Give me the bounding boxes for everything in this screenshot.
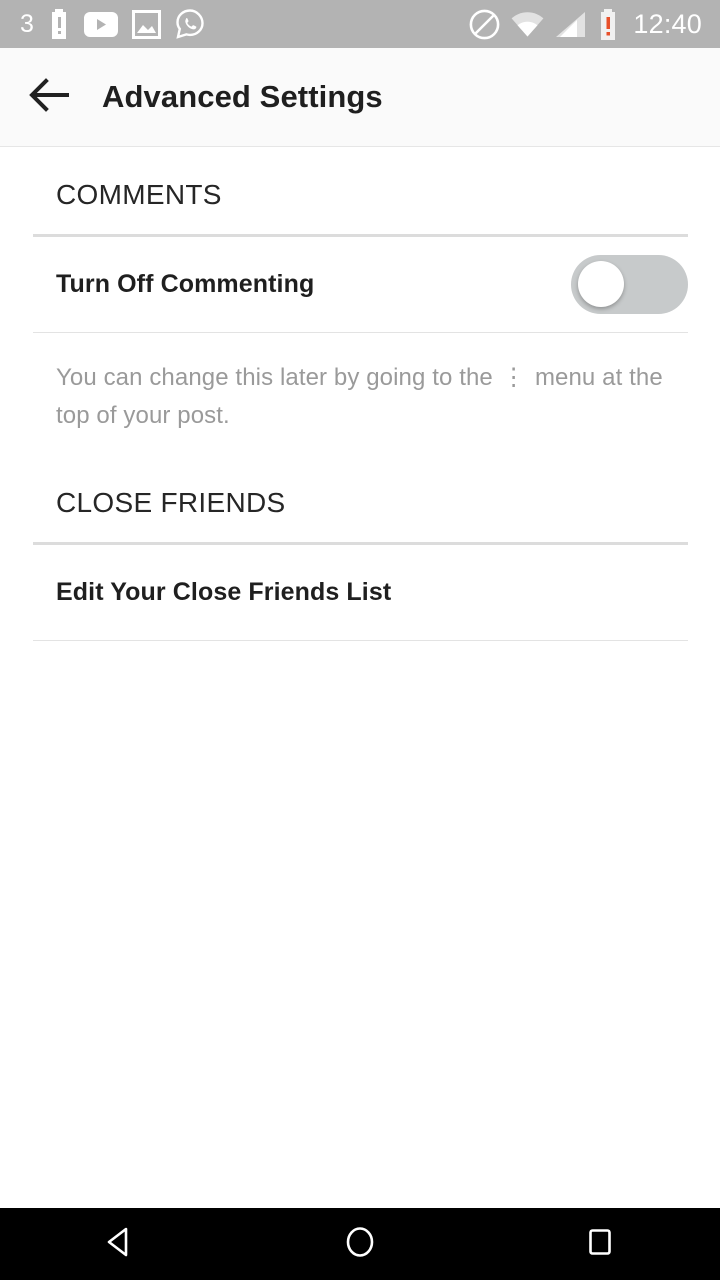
battery-alert-icon [597, 8, 619, 40]
status-bar: 3 12:40 [0, 0, 720, 48]
section-header-comments: COMMENTS [56, 179, 222, 210]
row-label-edit-close-friends-list: Edit Your Close Friends List [56, 578, 392, 606]
nav-recents-button[interactable] [540, 1208, 660, 1280]
whatsapp-icon [175, 8, 205, 40]
section-close-friends: CLOSE FRIENDS Edit Your Close Friends Li… [0, 489, 720, 641]
battery-alert-icon [48, 9, 70, 39]
notification-count-label: 3 [20, 9, 35, 38]
section-header-close-friends: CLOSE FRIENDS [56, 487, 286, 518]
back-button[interactable] [24, 71, 76, 123]
comments-helper-text: You can change this later by going to th… [0, 333, 706, 435]
settings-content: COMMENTS Turn Off Commenting You can cha… [0, 147, 720, 1208]
do-not-disturb-icon [469, 9, 500, 40]
row-turn-off-commenting[interactable]: Turn Off Commenting [0, 237, 720, 332]
row-label-turn-off-commenting: Turn Off Commenting [56, 270, 315, 298]
status-bar-clock: 12:40 [633, 8, 702, 39]
triangle-left-icon [102, 1224, 138, 1265]
row-edit-close-friends-list[interactable]: Edit Your Close Friends List [0, 545, 720, 640]
nav-back-button[interactable] [60, 1208, 180, 1280]
square-icon [582, 1224, 618, 1265]
section-comments: COMMENTS Turn Off Commenting You can cha… [0, 147, 720, 435]
overflow-menu-dots-icon: ⋮ [501, 364, 527, 391]
app-bar: Advanced Settings [0, 48, 720, 147]
status-bar-right-icons: 12:40 [469, 8, 702, 40]
photo-icon [132, 9, 162, 39]
row-divider [33, 640, 688, 641]
phone-screen: 3 12:40 Advanced Settings COMMENTS Turn … [0, 0, 720, 1280]
page-title: Advanced Settings [102, 79, 383, 114]
toggle-knob [578, 261, 624, 307]
status-bar-left-icons: 3 [20, 8, 205, 40]
turn-off-commenting-toggle[interactable] [571, 255, 688, 314]
circle-icon [342, 1224, 378, 1265]
android-navigation-bar [0, 1208, 720, 1280]
wifi-icon [511, 11, 544, 37]
helper-text-part-one: You can change this later by going to th… [56, 364, 493, 391]
arrow-left-icon [29, 77, 71, 117]
cell-signal-icon [555, 11, 586, 38]
nav-home-button[interactable] [300, 1208, 420, 1280]
youtube-icon [84, 11, 119, 37]
